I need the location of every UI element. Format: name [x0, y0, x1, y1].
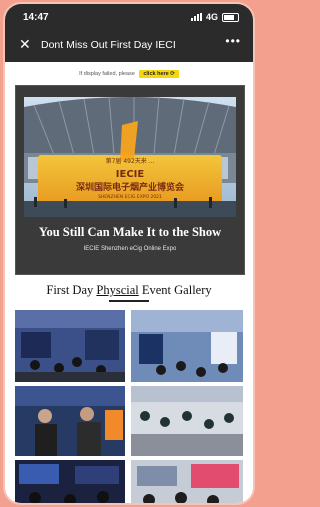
gallery-photo[interactable] [131, 310, 243, 382]
page-title: Dont Miss Out First Day IECI [41, 39, 176, 51]
sign-brand-text: IECIE [116, 169, 145, 180]
expo-hall-photo: 第7届 492天来 ... IECIE 深圳国际电子烟产业博览会 SHENZHE… [24, 97, 236, 217]
article-content[interactable]: If display failed, please click here ⟳ 第… [5, 62, 253, 503]
phone-frame: 14:47 4G ✕ Dont Miss Out First Day IECI … [5, 4, 253, 503]
gallery-divider [109, 300, 149, 302]
battery-icon [222, 12, 239, 22]
network-type: 4G [205, 12, 218, 22]
status-indicators: 4G [190, 12, 239, 22]
gallery-photo[interactable] [15, 386, 125, 456]
refresh-icon: ⟳ [170, 71, 175, 77]
notice-text: If display failed, please [79, 71, 135, 77]
display-notice: If display failed, please click here ⟳ [5, 70, 253, 78]
sign-top-text: 第7届 492天来 ... [106, 157, 155, 165]
gallery-photo[interactable] [131, 460, 243, 503]
banner-subline: IECIE Shenzhen eCig Online Expo [83, 246, 177, 252]
more-menu-icon[interactable]: ••• [225, 34, 241, 48]
gallery-photo[interactable] [131, 386, 243, 456]
gallery-grid [15, 310, 243, 503]
status-time: 14:47 [23, 12, 49, 23]
click-here-label: click here [143, 71, 169, 77]
expo-banner[interactable]: 第7届 492天来 ... IECIE 深圳国际电子烟产业博览会 SHENZHE… [15, 85, 245, 275]
banner-headline: You Still Can Make It to the Show [38, 225, 222, 239]
gallery-title-post: Event Gallery [138, 283, 212, 297]
nav-bar: ✕ Dont Miss Out First Day IECI ••• [5, 28, 253, 62]
gallery-title-underlined: Physcial [96, 283, 139, 297]
gallery-photo[interactable] [15, 310, 125, 382]
signal-icon [190, 13, 202, 21]
sign-english-text: SHENZHEN ECIG EXPO 2021 [98, 194, 162, 200]
click-here-button[interactable]: click here ⟳ [139, 70, 179, 78]
gallery-photo[interactable] [15, 460, 125, 503]
sign-chinese-text: 深圳国际电子烟产业博览会 [76, 181, 185, 193]
gallery-title: First Day Physcial Event Gallery [5, 283, 253, 298]
gallery-title-pre: First Day [46, 283, 97, 297]
close-icon[interactable]: ✕ [19, 36, 31, 52]
status-bar: 14:47 4G [5, 4, 253, 28]
